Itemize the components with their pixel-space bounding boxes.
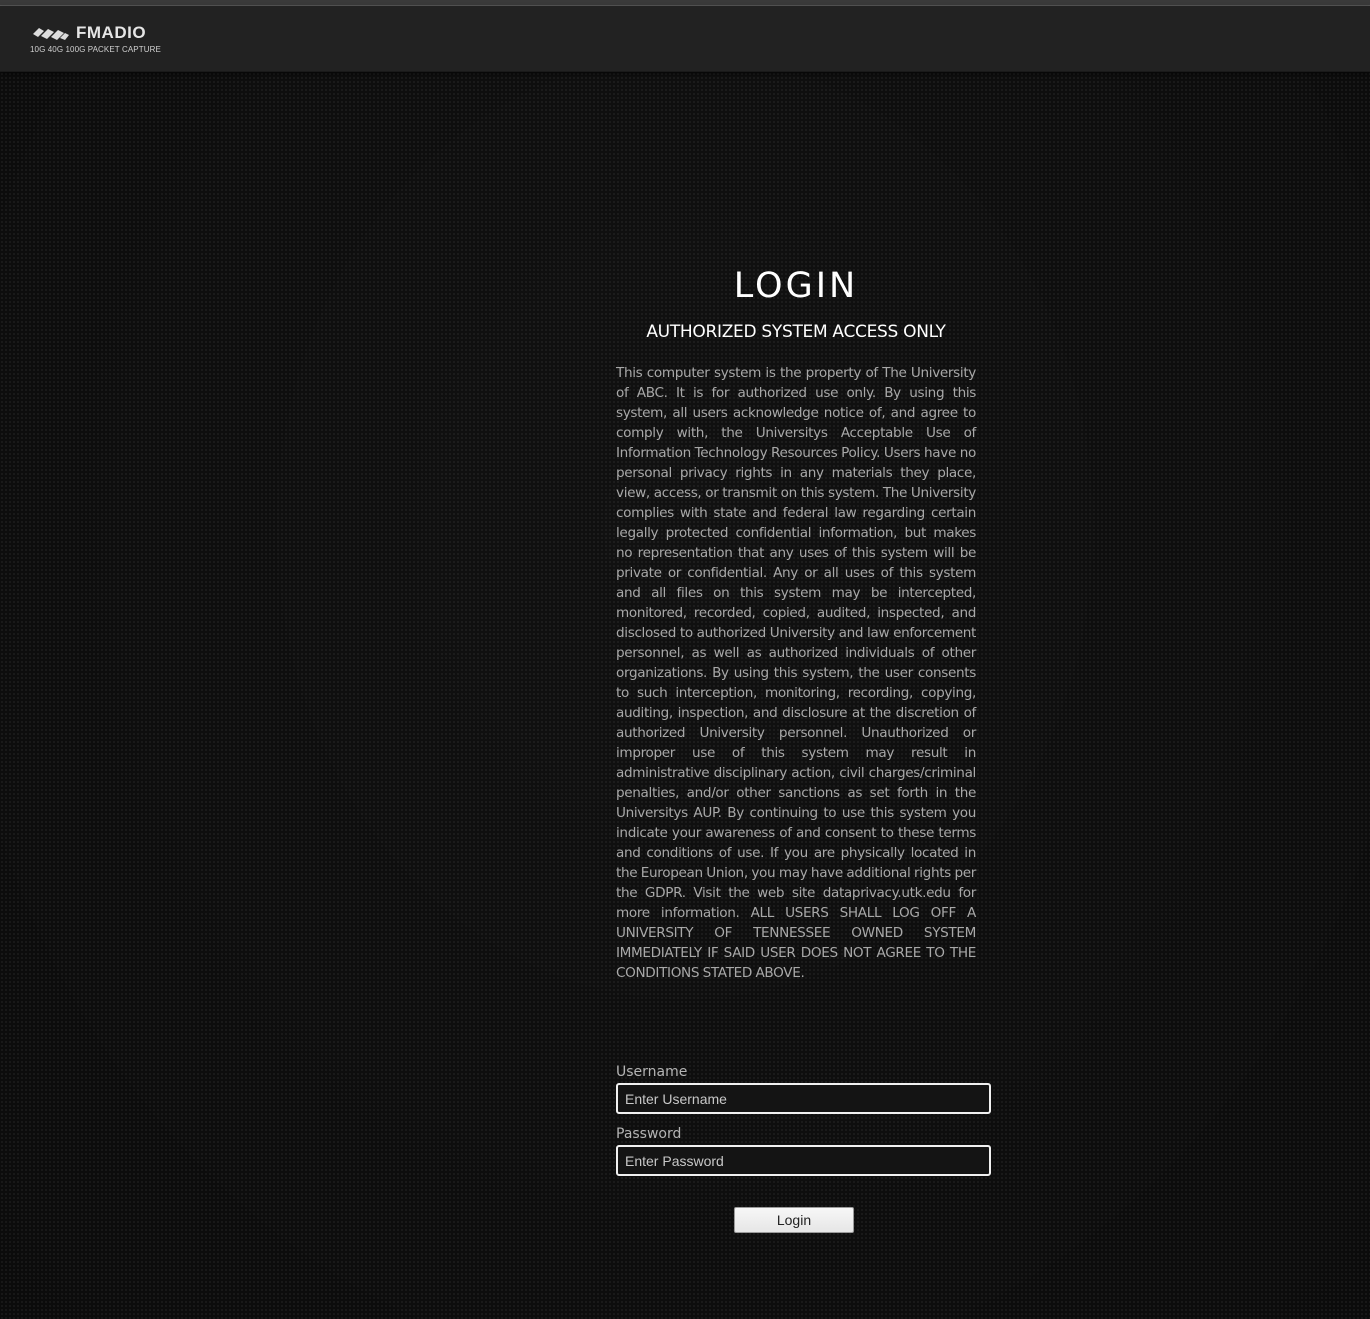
password-label: Password	[616, 1126, 682, 1142]
brand-tagline: 10G 40G 100G PACKET CAPTURE	[30, 45, 161, 54]
brand-name: FMADIO	[76, 23, 147, 42]
login-subtitle: AUTHORIZED SYSTEM ACCESS ONLY	[646, 322, 946, 342]
top-navbar: FMADIO 10G 40G 100G PACKET CAPTURE	[0, 6, 1370, 72]
login-page: FMADIO 10G 40G 100G PACKET CAPTURE LOGIN…	[0, 0, 1370, 1319]
username-input[interactable]	[616, 1083, 991, 1114]
login-button[interactable]: Login	[734, 1207, 854, 1233]
username-label: Username	[616, 1064, 688, 1080]
access-disclaimer-text: This computer system is the property of …	[616, 365, 976, 981]
login-title: LOGIN	[733, 266, 859, 306]
brand-logo[interactable]: FMADIO 10G 40G 100G PACKET CAPTURE	[30, 23, 170, 57]
password-input[interactable]	[616, 1145, 991, 1176]
fmadio-logo-icon	[33, 28, 69, 40]
